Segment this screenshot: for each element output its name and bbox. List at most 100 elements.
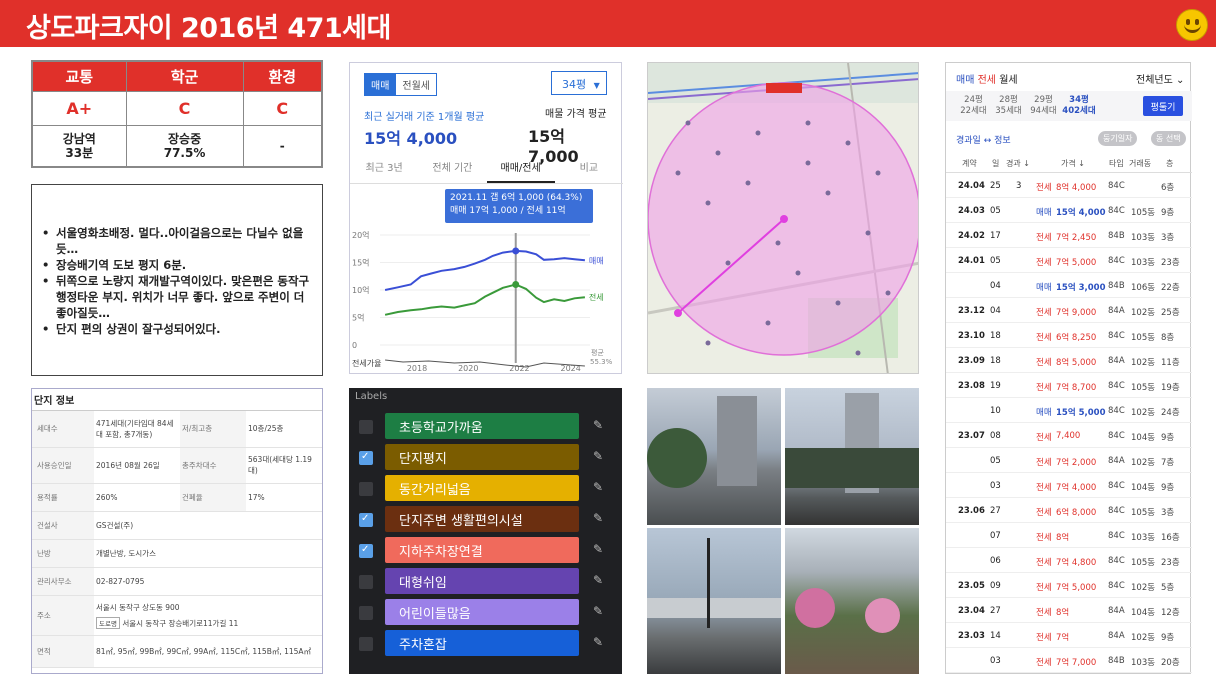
trade-row[interactable]: 23.07 08 전세 7,400 84C 104동 9층 bbox=[946, 423, 1192, 448]
tab-trade-sale[interactable]: 매매 bbox=[956, 75, 974, 86]
trade-price: 6억 8,250 bbox=[1056, 333, 1097, 343]
label-checkbox[interactable] bbox=[359, 420, 373, 434]
info-value: 10층/25층 bbox=[246, 411, 322, 448]
label-chip[interactable]: 어린이들많음 bbox=[385, 599, 579, 625]
y-tick-label: 20억 bbox=[352, 230, 370, 240]
trade-row[interactable]: 04 매매 15억 3,000 84B 106동 22층 bbox=[946, 273, 1192, 298]
label-chip[interactable]: 동간거리넓음 bbox=[385, 475, 579, 501]
trade-day: 18 bbox=[990, 356, 1001, 366]
trade-row[interactable]: 03 전세 7억 7,000 84B 103동 20층 bbox=[946, 648, 1192, 673]
size-option[interactable]: 29평 94세대 bbox=[1026, 95, 1061, 117]
price-chart[interactable]: 20억15억10억5억02018 2020 2022 2024매매전세전세가율평균55… bbox=[350, 225, 623, 375]
label-chip[interactable]: 주차혼잡 bbox=[385, 630, 579, 656]
size-option-selected[interactable]: 34평 402세대 bbox=[1058, 95, 1100, 117]
area-map[interactable] bbox=[647, 62, 919, 374]
label-chip[interactable]: 초등학교가까움 bbox=[385, 413, 579, 439]
edit-pencil-icon[interactable]: ✎ bbox=[593, 449, 603, 463]
tab-sale[interactable]: 매매 bbox=[364, 73, 397, 96]
size-option[interactable]: 28평 35세대 bbox=[991, 95, 1026, 117]
size-select-value: 34평 bbox=[562, 78, 587, 91]
series-line bbox=[384, 283, 586, 316]
label-checkbox[interactable] bbox=[359, 482, 373, 496]
photo-tree bbox=[647, 428, 707, 488]
photo[interactable] bbox=[785, 528, 919, 674]
photo-flowers bbox=[795, 588, 835, 628]
ratio-end-label: 평균 bbox=[591, 348, 604, 357]
trade-row[interactable]: 23.05 09 전세 7억 5,000 84C 102동 5층 bbox=[946, 573, 1192, 598]
trade-row[interactable]: 23.03 14 전세 7억 84A 102동 9층 bbox=[946, 623, 1192, 648]
label-chip[interactable]: 지하주차장연결 bbox=[385, 537, 579, 563]
trade-row[interactable]: 23.10 18 전세 6억 8,250 84C 105동 8층 bbox=[946, 323, 1192, 348]
edit-pencil-icon[interactable]: ✎ bbox=[593, 418, 603, 432]
trade-row[interactable]: 23.04 27 전세 8억 84A 104동 12층 bbox=[946, 598, 1192, 623]
detail-traffic-line2: 33분 bbox=[65, 146, 94, 160]
trade-building: 104동 bbox=[1131, 608, 1156, 618]
label-chip[interactable]: 대형쉬임 bbox=[385, 568, 579, 594]
edit-pencil-icon[interactable]: ✎ bbox=[593, 573, 603, 587]
label-checkbox[interactable] bbox=[359, 606, 373, 620]
label-checkbox[interactable] bbox=[359, 575, 373, 589]
size-filter-button[interactable]: 평툴기 bbox=[1143, 96, 1183, 116]
tab-trade-jeonse[interactable]: 전세 bbox=[978, 75, 996, 86]
size-option-units: 35세대 bbox=[995, 106, 1022, 116]
edit-pencil-icon[interactable]: ✎ bbox=[593, 635, 603, 649]
edit-pencil-icon[interactable]: ✎ bbox=[593, 480, 603, 494]
trade-unit-type: 84C bbox=[1108, 381, 1125, 391]
tab-period-sale-jeonse[interactable]: 매매/전세 bbox=[486, 159, 555, 183]
address-jibun: 서울시 동작구 상도동 900 bbox=[96, 602, 180, 612]
trade-row[interactable]: 06 전세 7억 4,800 84C 105동 23층 bbox=[946, 548, 1192, 573]
size-option[interactable]: 24평 22세대 bbox=[956, 95, 991, 117]
tab-period-3y[interactable]: 최근 3년 bbox=[350, 159, 418, 183]
label-chip[interactable]: 단지주변 생활편의시설 bbox=[385, 506, 579, 532]
label-checkbox[interactable] bbox=[359, 513, 373, 527]
edit-pencil-icon[interactable]: ✎ bbox=[593, 542, 603, 556]
tab-jeonse[interactable]: 전월세 bbox=[396, 73, 438, 96]
trade-row[interactable]: 23.06 27 전세 6억 8,000 84C 105동 3층 bbox=[946, 498, 1192, 523]
trade-floor: 12층 bbox=[1161, 608, 1180, 618]
trade-row[interactable]: 05 전세 7억 2,000 84A 102동 7층 bbox=[946, 448, 1192, 473]
trade-row[interactable]: 24.03 05 매매 15억 4,000 84C 105동 9층 bbox=[946, 198, 1192, 223]
info-key: 건설사 bbox=[32, 511, 94, 540]
trade-floor: 9층 bbox=[1161, 433, 1175, 443]
info-key: 세대수 bbox=[32, 411, 94, 448]
trade-row[interactable]: 24.04 25 3 전세 8억 4,000 84C 6층 bbox=[946, 173, 1192, 198]
label-checkbox[interactable] bbox=[359, 637, 373, 651]
photo[interactable] bbox=[647, 528, 781, 674]
trade-day: 09 bbox=[990, 581, 1001, 591]
trade-building: 103동 bbox=[1131, 533, 1156, 543]
trade-floor: 3층 bbox=[1161, 233, 1175, 243]
tab-trade-monthly[interactable]: 월세 bbox=[999, 75, 1017, 86]
trade-row[interactable]: 07 전세 8억 84C 103동 16층 bbox=[946, 523, 1192, 548]
tab-period-all[interactable]: 전체 기간 bbox=[418, 159, 486, 183]
trade-row[interactable]: 23.08 19 전세 7억 8,700 84C 105동 19층 bbox=[946, 373, 1192, 398]
option-building-select[interactable]: 동 선택 bbox=[1151, 131, 1186, 146]
trade-row[interactable]: 23.12 04 전세 7억 9,000 84A 102동 25층 bbox=[946, 298, 1192, 323]
col-elapsed[interactable]: 경과 ↓ bbox=[1006, 158, 1030, 169]
trade-row[interactable]: 23.09 18 전세 8억 5,000 84A 102동 11층 bbox=[946, 348, 1192, 373]
info-toggle[interactable]: 경과일 ↔ 정보 bbox=[956, 133, 1011, 146]
trade-price: 7,400 bbox=[1056, 431, 1081, 441]
period-select[interactable]: 전체년도 ⌄ bbox=[1136, 71, 1184, 86]
label-chip[interactable]: 단지평지 bbox=[385, 444, 579, 470]
label-checkbox[interactable] bbox=[359, 544, 373, 558]
trade-row[interactable]: 03 전세 7억 4,000 84C 104동 9층 bbox=[946, 473, 1192, 498]
col-price[interactable]: 가격 ↓ bbox=[1061, 158, 1085, 169]
tab-period-compare[interactable]: 비교 bbox=[555, 159, 623, 183]
label-checkbox[interactable] bbox=[359, 451, 373, 465]
route-end-marker bbox=[780, 215, 788, 223]
photo[interactable] bbox=[785, 388, 919, 525]
edit-pencil-icon[interactable]: ✎ bbox=[593, 604, 603, 618]
series-label: 매매 bbox=[589, 256, 604, 265]
edit-pencil-icon[interactable]: ✎ bbox=[593, 511, 603, 525]
trade-building: 105동 bbox=[1131, 508, 1156, 518]
trade-row[interactable]: 24.01 05 전세 7억 5,000 84C 103동 23층 bbox=[946, 248, 1192, 273]
trade-row[interactable]: 10 매매 15억 5,000 84C 102동 24층 bbox=[946, 398, 1192, 423]
trade-type: 전세 bbox=[1036, 583, 1052, 593]
option-registration-date[interactable]: 둥기일자 bbox=[1098, 131, 1138, 146]
photo[interactable] bbox=[647, 388, 781, 525]
trade-floor: 11층 bbox=[1161, 358, 1180, 368]
label-row: 어린이들많음 ✎ bbox=[349, 598, 622, 627]
trade-day: 08 bbox=[990, 431, 1001, 441]
trade-row[interactable]: 24.02 17 전세 7억 2,450 84B 103동 3층 bbox=[946, 223, 1192, 248]
size-select[interactable]: 34평 ▼ bbox=[551, 71, 607, 95]
